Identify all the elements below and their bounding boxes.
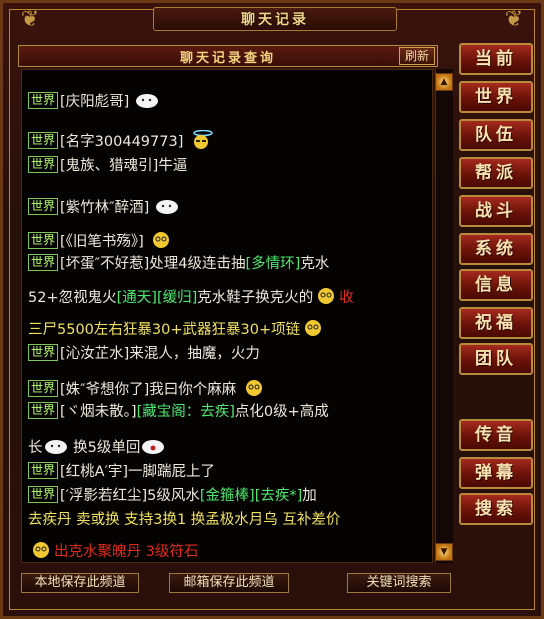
dizzy-emoji-icon bbox=[245, 380, 262, 396]
sender-name[interactable]: [《旧笔书殇》] bbox=[60, 234, 144, 250]
chat-message: 世界 [ヾ烟未散。][藏宝阁：去疾]点化0级+高成 bbox=[28, 402, 329, 422]
refresh-button[interactable]: 刷新 bbox=[399, 47, 435, 65]
scroll-up-icon[interactable]: ▲ bbox=[435, 73, 453, 91]
chat-history-window: ❦ ❦ 聊天记录 聊天记录查询 刷新 世界 [庆阳彪哥] 世界 [名字3004497… bbox=[0, 0, 544, 619]
chat-message: 世界 [名字300449773] bbox=[28, 130, 214, 152]
sheep-emoji-icon bbox=[44, 440, 67, 454]
chat-scrollbar[interactable] bbox=[435, 69, 453, 563]
chat-message: 世界 [′浮影若红尘]5级风水[金箍棒][去疾*]加 bbox=[28, 486, 317, 506]
tab-system[interactable]: 系统 bbox=[459, 233, 533, 265]
channel-tag[interactable]: 世界 bbox=[28, 380, 59, 397]
chat-message: 世界 [坏蛋″不好惹]处理4级连击抽[多情环]克水 bbox=[28, 254, 329, 274]
item-link[interactable]: [去疾*] bbox=[255, 488, 303, 504]
item-link[interactable]: [金箍棒] bbox=[200, 488, 255, 504]
sheep-emoji-icon bbox=[135, 94, 158, 108]
chat-message: 世界 [红桃A′宇]一脚踹屁上了 bbox=[28, 462, 215, 482]
tab-team[interactable]: 队伍 bbox=[459, 119, 533, 151]
sheep-emoji-icon bbox=[155, 200, 178, 214]
message-text: 长 bbox=[28, 440, 43, 456]
dizzy-emoji-icon bbox=[318, 288, 335, 304]
tab-current[interactable]: 当前 bbox=[459, 43, 533, 75]
channel-tag[interactable]: 世界 bbox=[28, 402, 59, 419]
message-text: 点化0级+高成 bbox=[234, 404, 329, 420]
sender-name[interactable]: [′浮影若红尘]5级风水 bbox=[60, 488, 200, 504]
keyword-search-button[interactable]: 关键词搜索 bbox=[347, 573, 451, 593]
sender-name[interactable]: [鬼族、猎魂引]牛逼 bbox=[60, 158, 187, 174]
sender-name[interactable]: [庆阳彪哥] bbox=[60, 94, 129, 110]
chat-message: 世界 [姝″爷想你了]我曰你个麻麻 bbox=[28, 378, 267, 400]
message-text: 克水 bbox=[300, 256, 330, 272]
sender-name[interactable]: [名字300449773] bbox=[60, 134, 183, 150]
channel-tag[interactable]: 世界 bbox=[28, 198, 59, 215]
channel-tag[interactable]: 世界 bbox=[28, 232, 59, 249]
item-link[interactable]: [缓归] bbox=[157, 290, 197, 306]
chat-message: 世界 [《旧笔书殇》] bbox=[28, 230, 174, 252]
sender-name[interactable]: [红桃A′宇]一脚踹屁上了 bbox=[60, 464, 215, 480]
save-mail-button[interactable]: 邮箱保存此频道 bbox=[169, 573, 289, 593]
scroll-down-icon[interactable]: ▼ bbox=[435, 543, 453, 561]
chat-log: 世界 [庆阳彪哥] 世界 [名字300449773] 世界 [鬼族、猎魂引]牛逼 世界… bbox=[21, 69, 433, 563]
dizzy-emoji-icon bbox=[153, 232, 170, 248]
chat-message: 世界 [沁汝芷水]来混人，抽魔，火力 bbox=[28, 344, 260, 364]
channel-tag[interactable]: 世界 bbox=[28, 132, 59, 149]
message-text: 加 bbox=[302, 488, 317, 504]
corner-ornament-icon: ❦ bbox=[20, 7, 40, 32]
tab-whisper[interactable]: 传音 bbox=[459, 419, 533, 451]
message-text: 去疾丹 卖或换 支持3换1 换孟极水月乌 互补差价 bbox=[28, 512, 341, 528]
message-text: 克水鞋子换克火的 bbox=[197, 290, 314, 306]
corner-ornament-icon: ❦ bbox=[504, 7, 524, 32]
query-title: 聊天记录查询 bbox=[179, 50, 276, 66]
sender-name[interactable]: [姝″爷想你了]我曰你个麻麻 bbox=[60, 382, 236, 398]
chat-message: 世界 [鬼族、猎魂引]牛逼 bbox=[28, 156, 187, 176]
channel-tag[interactable]: 世界 bbox=[28, 486, 59, 503]
chat-message-continued: 去疾丹 卖或换 支持3换1 换孟极水月乌 互补差价 bbox=[28, 510, 340, 530]
channel-tag[interactable]: 世界 bbox=[28, 344, 59, 361]
message-text: 出克水聚魄丹 3级符石 bbox=[54, 544, 199, 560]
channel-tag[interactable]: 世界 bbox=[28, 462, 59, 479]
tab-world[interactable]: 世界 bbox=[459, 81, 533, 113]
sheep-shout-emoji-icon bbox=[142, 440, 165, 454]
tab-group[interactable]: 团队 bbox=[459, 343, 533, 375]
channel-tag[interactable]: 世界 bbox=[28, 92, 59, 109]
message-text: 换5级单回 bbox=[73, 440, 141, 456]
tab-blessing[interactable]: 祝福 bbox=[459, 307, 533, 339]
tab-battle[interactable]: 战斗 bbox=[459, 195, 533, 227]
message-text: 三尸5500左右狂暴30+武器狂暴30+项链 bbox=[28, 322, 301, 338]
sender-name[interactable]: [沁汝芷水]来混人，抽魔，火力 bbox=[60, 346, 260, 362]
message-text: [坏蛋″不好惹]处理4级连击抽 bbox=[60, 256, 246, 272]
window-title: 聊天记录 bbox=[241, 12, 309, 28]
chat-message-continued: 出克水聚魄丹 3级符石 bbox=[28, 540, 198, 562]
chat-message: 世界 [紫竹林″醉酒] bbox=[28, 196, 180, 218]
sender-name[interactable]: [紫竹林″醉酒] bbox=[60, 200, 149, 216]
item-link[interactable]: [多情环] bbox=[245, 256, 300, 272]
angel-emoji-icon bbox=[193, 130, 213, 149]
tab-search[interactable]: 搜索 bbox=[459, 493, 533, 525]
query-header: 聊天记录查询 bbox=[18, 45, 438, 67]
chat-message-continued: 三尸5500左右狂暴30+武器狂暴30+项链 bbox=[28, 318, 326, 340]
channel-tag[interactable]: 世界 bbox=[28, 254, 59, 271]
sender-name[interactable]: [ヾ烟未散。] bbox=[60, 404, 137, 420]
item-link[interactable]: [通天] bbox=[117, 290, 157, 306]
message-text: 52+忽视鬼火 bbox=[28, 290, 117, 306]
save-local-button[interactable]: 本地保存此频道 bbox=[21, 573, 139, 593]
dizzy-emoji-icon bbox=[33, 542, 49, 558]
chat-message-continued: 52+忽视鬼火[通天][缓归]克水鞋子换克火的 收 bbox=[28, 286, 354, 308]
dizzy-emoji-icon bbox=[305, 320, 322, 336]
tab-guild[interactable]: 帮派 bbox=[459, 157, 533, 189]
chat-message: 世界 [庆阳彪哥] bbox=[28, 90, 160, 112]
message-text: 收 bbox=[339, 290, 354, 306]
item-link[interactable]: [藏宝阁：去疾] bbox=[137, 404, 235, 420]
tab-info[interactable]: 信息 bbox=[459, 269, 533, 301]
chat-message-continued: 长 换5级单回 bbox=[28, 436, 166, 458]
channel-tag[interactable]: 世界 bbox=[28, 156, 59, 173]
window-title-bar: 聊天记录 bbox=[153, 7, 397, 31]
tab-danmaku[interactable]: 弹幕 bbox=[459, 457, 533, 489]
